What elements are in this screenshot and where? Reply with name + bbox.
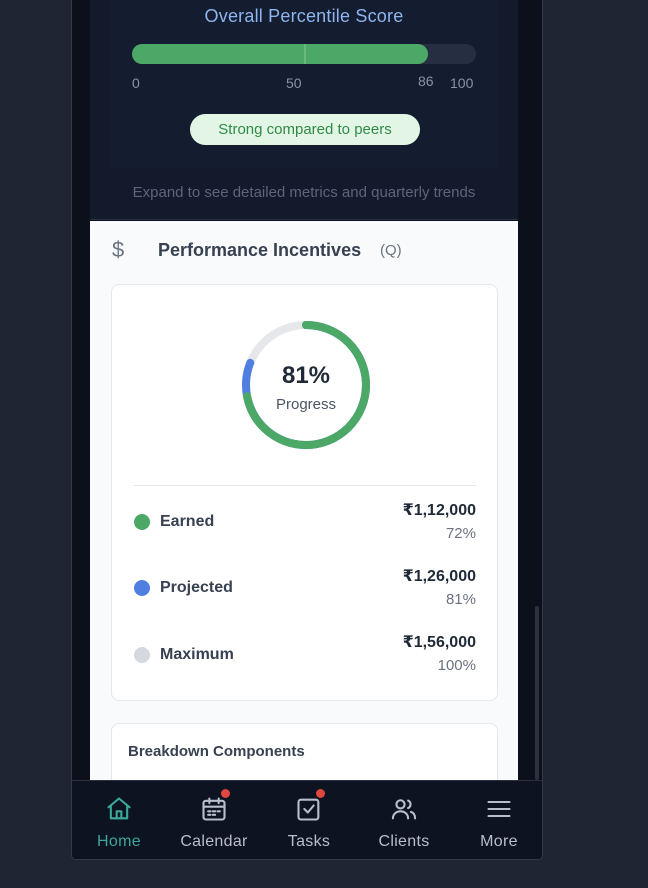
percentile-card: Overall Percentile Score 0 50 86 100 Str… [110,0,498,168]
scale-min-label: 0 [132,75,140,91]
calendar-icon [202,797,226,821]
dollar-icon: $ [112,237,125,262]
percentile-section[interactable]: Overall Percentile Score 0 50 86 100 Str… [90,0,518,220]
ring-label: Progress [275,396,337,413]
nav-tasks[interactable]: Tasks [262,781,356,859]
row-amount: ₹1,56,000 [402,634,476,651]
incentives-period: (Q) [380,242,402,259]
row-amount: ₹1,26,000 [402,568,476,585]
nav-calendar[interactable]: Calendar [167,781,261,859]
tasks-icon [297,798,320,821]
nav-label: Clients [378,833,430,850]
nav-home[interactable]: Home [72,781,166,859]
peer-comparison-badge: Strong compared to peers [190,114,420,145]
percentile-value-label: 86 [418,73,434,89]
incentives-title: Performance Incentives [158,240,362,260]
notification-badge [316,789,325,798]
nav-label: More [480,833,518,850]
clients-icon [391,799,417,820]
percentile-median-marker [304,44,306,64]
percentile-title: Overall Percentile Score [204,6,404,26]
row-amount: ₹1,12,000 [402,502,476,519]
divider [133,485,476,486]
row-label: Earned [160,513,215,530]
bottom-nav: Home Calendar Tasks Clients More [72,780,542,859]
incentive-row-earned: Earned ₹1,12,000 72% [133,500,476,550]
notification-badge [221,789,230,798]
row-percent: 72% [445,525,476,542]
menu-icon [487,800,511,818]
projected-dot [134,580,150,596]
nav-label: Calendar [180,833,248,850]
percentile-bar [132,44,476,64]
incentive-row-maximum: Maximum ₹1,56,000 100% [133,632,476,682]
home-icon [107,797,131,820]
nav-more[interactable]: More [452,781,542,859]
scrollbar[interactable] [535,606,539,780]
ring-percent: 81% [281,362,331,389]
row-percent: 81% [445,591,476,608]
incentives-card: 81% Progress Earned ₹1,12,000 72% Projec… [111,284,498,701]
app-screen: Overall Percentile Score 0 50 86 100 Str… [71,0,543,860]
row-percent: 100% [437,657,476,674]
incentive-row-projected: Projected ₹1,26,000 81% [133,566,476,616]
scale-mid-label: 50 [286,75,302,91]
earned-dot [134,514,150,530]
maximum-dot [134,647,150,663]
scale-max-label: 100 [450,75,474,91]
row-label: Maximum [160,646,234,663]
percentile-bar-fill [132,44,428,64]
row-label: Projected [160,579,233,596]
nav-label: Home [97,833,141,850]
expand-hint[interactable]: Expand to see detailed metrics and quart… [90,184,518,201]
nav-label: Tasks [287,833,331,850]
breakdown-title: Breakdown Components [128,743,305,760]
nav-clients[interactable]: Clients [357,781,451,859]
incentives-section: $ Performance Incentives (Q) 81% Progres… [90,221,518,793]
